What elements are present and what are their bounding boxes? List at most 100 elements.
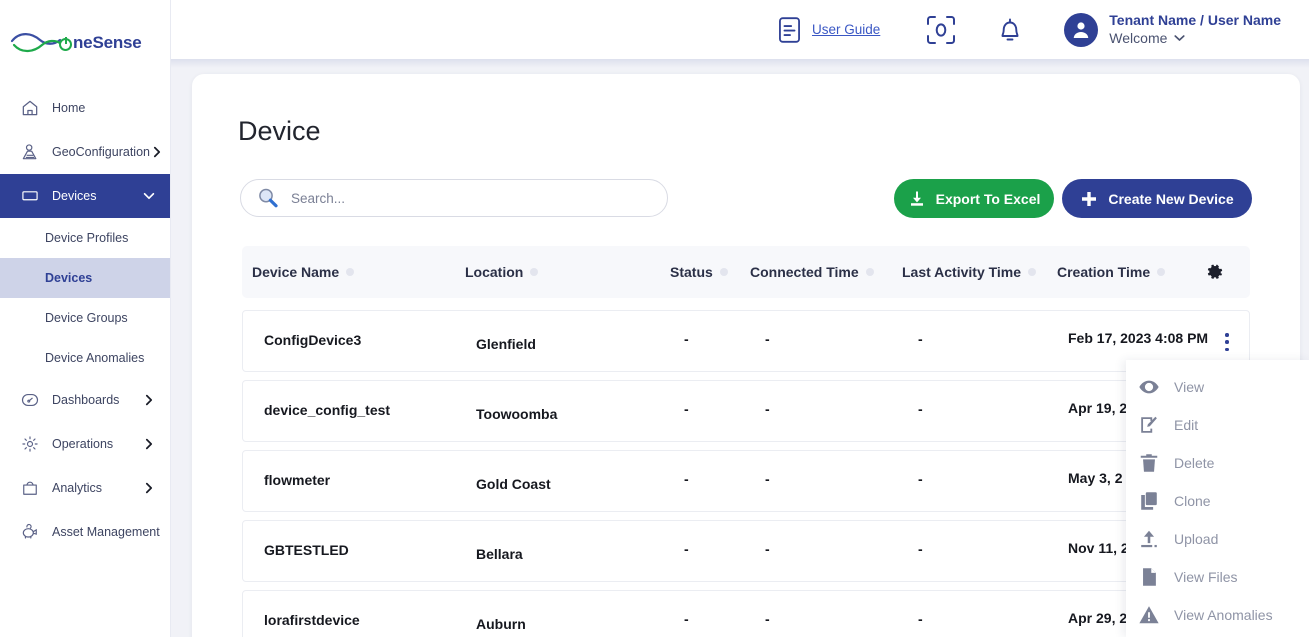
context-menu-item-view-files[interactable]: View Files bbox=[1126, 558, 1309, 596]
chevron-right-icon bbox=[142, 393, 156, 407]
sidebar-subitem-device-groups[interactable]: Device Groups bbox=[0, 298, 170, 338]
sidebar-item-label: Operations bbox=[52, 437, 142, 451]
sidebar-item-operations[interactable]: Operations bbox=[0, 422, 170, 466]
sidebar-subitem-label: Devices bbox=[45, 271, 92, 285]
topbar: User Guide Tenant Name / User Name Welco… bbox=[171, 0, 1309, 59]
cell-creation-time: Apr 19, 2 bbox=[1068, 400, 1127, 416]
cell-last-activity-time: - bbox=[918, 401, 923, 417]
sort-indicator-icon bbox=[346, 268, 354, 276]
sidebar-item-devices[interactable]: Devices bbox=[0, 174, 170, 218]
column-header-device-name[interactable]: Device Name bbox=[252, 246, 354, 298]
app-root: neSense Home GeoConfiguration bbox=[0, 0, 1309, 637]
cell-connected-time: - bbox=[765, 471, 770, 487]
sidebar-item-asset-management[interactable]: Asset Management bbox=[0, 510, 170, 554]
context-menu-item-clone[interactable]: Clone bbox=[1126, 482, 1309, 520]
search-box[interactable] bbox=[240, 179, 668, 217]
context-menu-item-label: Delete bbox=[1174, 455, 1214, 471]
cell-status: - bbox=[684, 331, 689, 347]
sidebar-subitem-device-profiles[interactable]: Device Profiles bbox=[0, 218, 170, 258]
cell-creation-time: Feb 17, 2023 4:08 PM bbox=[1068, 330, 1208, 346]
tenant-user-label: Tenant Name / User Name bbox=[1109, 12, 1281, 30]
search-magnifier-icon bbox=[257, 187, 279, 209]
welcome-label: Welcome bbox=[1109, 30, 1167, 48]
sidebar-item-geoconfiguration[interactable]: GeoConfiguration bbox=[0, 130, 170, 174]
table-row[interactable]: ConfigDevice3 Glenfield - - - Feb 17, 20… bbox=[242, 310, 1250, 372]
table-settings-button[interactable] bbox=[1207, 246, 1224, 298]
cell-device-name: device_config_test bbox=[264, 402, 390, 418]
trash-icon bbox=[1138, 452, 1160, 474]
copy-icon bbox=[1138, 490, 1160, 512]
page-title: Device bbox=[238, 116, 321, 147]
column-label: Device Name bbox=[252, 264, 339, 280]
sidebar-item-label: Home bbox=[52, 101, 156, 115]
sidebar-item-dashboards[interactable]: Dashboards bbox=[0, 378, 170, 422]
sidebar-item-label: Devices bbox=[52, 189, 142, 203]
user-guide-link[interactable]: User Guide bbox=[776, 15, 880, 45]
sidebar-item-label: GeoConfiguration bbox=[52, 145, 150, 159]
context-menu-item-view[interactable]: View bbox=[1126, 368, 1309, 406]
cell-connected-time: - bbox=[765, 331, 770, 347]
sort-indicator-icon bbox=[530, 268, 538, 276]
create-new-device-button[interactable]: Create New Device bbox=[1062, 179, 1252, 218]
column-label: Last Activity Time bbox=[902, 264, 1021, 280]
table-row[interactable]: lorafirstdevice Auburn - - - Apr 29, 2 bbox=[242, 590, 1250, 637]
eye-icon bbox=[1138, 376, 1160, 398]
table-row[interactable]: flowmeter Gold Coast - - - May 3, 2 bbox=[242, 450, 1250, 512]
chevron-right-icon bbox=[150, 145, 164, 159]
chevron-right-icon bbox=[142, 481, 156, 495]
context-menu-item-view-anomalies[interactable]: View Anomalies bbox=[1126, 596, 1309, 634]
sidebar-item-label: Dashboards bbox=[52, 393, 142, 407]
welcome-dropdown[interactable]: Welcome bbox=[1109, 30, 1281, 48]
cell-connected-time: - bbox=[765, 541, 770, 557]
column-header-connected-time[interactable]: Connected Time bbox=[750, 246, 874, 298]
scan-zero-icon[interactable] bbox=[924, 13, 958, 47]
cell-status: - bbox=[684, 611, 689, 627]
context-menu-item-upload[interactable]: Upload bbox=[1126, 520, 1309, 558]
user-guide-label: User Guide bbox=[812, 22, 880, 37]
context-menu-item-label: Clone bbox=[1174, 493, 1211, 509]
sort-indicator-icon bbox=[720, 268, 728, 276]
row-context-menu: View Edit Delete Clone bbox=[1126, 360, 1309, 637]
table-row[interactable]: device_config_test Toowoomba - - - Apr 1… bbox=[242, 380, 1250, 442]
column-header-last-activity-time[interactable]: Last Activity Time bbox=[902, 246, 1036, 298]
column-label: Connected Time bbox=[750, 264, 859, 280]
row-actions-button[interactable] bbox=[1219, 330, 1235, 354]
shopping-bag-icon bbox=[18, 478, 42, 498]
export-button-label: Export To Excel bbox=[936, 191, 1041, 207]
context-menu-item-label: View Files bbox=[1174, 569, 1238, 585]
document-icon bbox=[776, 15, 803, 45]
chevron-right-icon bbox=[142, 437, 156, 451]
sidebar-item-label: Asset Management bbox=[52, 525, 160, 539]
cell-location: Glenfield bbox=[476, 336, 536, 352]
brand-logo[interactable]: neSense bbox=[0, 0, 170, 86]
export-to-excel-button[interactable]: Export To Excel bbox=[894, 179, 1054, 218]
sidebar-item-analytics[interactable]: Analytics bbox=[0, 466, 170, 510]
sort-indicator-icon bbox=[1157, 268, 1165, 276]
column-header-status[interactable]: Status bbox=[670, 246, 728, 298]
sidebar-subitem-devices[interactable]: Devices bbox=[0, 258, 170, 298]
user-avatar-icon[interactable] bbox=[1064, 13, 1098, 47]
create-button-label: Create New Device bbox=[1108, 191, 1233, 207]
search-input[interactable] bbox=[291, 191, 651, 206]
cell-device-name: flowmeter bbox=[264, 472, 330, 488]
context-menu-item-label: Edit bbox=[1174, 417, 1198, 433]
sidebar: neSense Home GeoConfiguration bbox=[0, 0, 171, 637]
cell-device-name: lorafirstdevice bbox=[264, 612, 360, 628]
column-header-location[interactable]: Location bbox=[465, 246, 538, 298]
column-header-creation-time[interactable]: Creation Time bbox=[1057, 246, 1165, 298]
table-row[interactable]: GBTESTLED Bellara - - - Nov 11, 2( bbox=[242, 520, 1250, 582]
gear-icon bbox=[1207, 264, 1224, 281]
user-menu[interactable]: Tenant Name / User Name Welcome bbox=[1109, 12, 1281, 47]
brand-name-text: neSense bbox=[73, 33, 142, 53]
column-label: Status bbox=[670, 264, 713, 280]
sidebar-item-home[interactable]: Home bbox=[0, 86, 170, 130]
context-menu-item-delete[interactable]: Delete bbox=[1126, 444, 1309, 482]
cell-last-activity-time: - bbox=[918, 331, 923, 347]
cell-location: Auburn bbox=[476, 616, 526, 632]
cell-creation-time: Nov 11, 2( bbox=[1068, 540, 1133, 556]
notification-bell-icon[interactable] bbox=[996, 14, 1024, 46]
cell-device-name: ConfigDevice3 bbox=[264, 332, 361, 348]
context-menu-item-edit[interactable]: Edit bbox=[1126, 406, 1309, 444]
sidebar-subitem-device-anomalies[interactable]: Device Anomalies bbox=[0, 338, 170, 378]
table-header-row: Device Name Location Status Connected Ti… bbox=[242, 246, 1250, 298]
